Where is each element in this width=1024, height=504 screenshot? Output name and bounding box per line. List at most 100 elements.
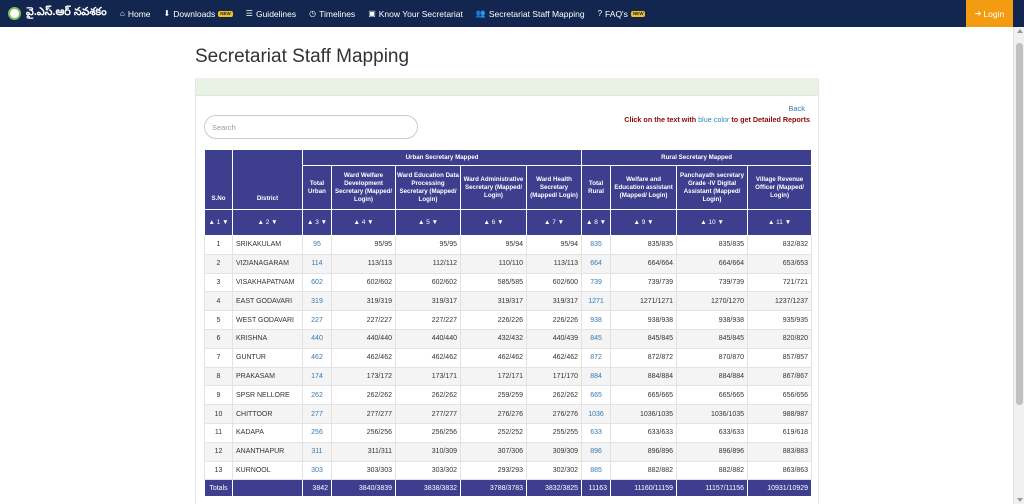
scroll-up-icon[interactable]	[1017, 29, 1023, 33]
nav-know-secretariat[interactable]: ▣ Know Your Secretariat	[368, 9, 463, 19]
totals-label: Totals	[204, 479, 233, 498]
totals-district	[232, 479, 303, 498]
search-input[interactable]	[204, 115, 418, 139]
cell-value: 462/462	[331, 347, 396, 368]
cell-value: 226/226	[460, 310, 527, 330]
totals-row: Totals 3842 3840/3839 3838/3832 3788/3783 383…	[204, 479, 813, 498]
cell-total-urban-link[interactable]: 303	[302, 460, 332, 481]
cell-value: 262/262	[395, 385, 461, 406]
sort-col-2[interactable]: ▲ 2 ▼	[232, 209, 303, 236]
totals-value: 11163	[581, 479, 612, 498]
list-icon: ☰	[245, 9, 253, 18]
nav-downloads[interactable]: ⬇ Downloads NEW	[164, 9, 233, 19]
cell-value: 95/94	[525, 235, 583, 255]
vertical-scrollbar[interactable]	[1013, 27, 1024, 504]
cell-total-urban-link[interactable]: 440	[302, 328, 332, 349]
cell-value: 112/112	[395, 253, 461, 274]
cell-sno: 2	[204, 253, 233, 274]
cell-value: 585/585	[460, 272, 527, 293]
table-row: 4 EAST GODAVARI 319 319/319 319/317 319/317 31…	[204, 291, 813, 312]
totals-value: 3840/3839	[331, 479, 396, 498]
cell-total-urban-link[interactable]: 227	[302, 310, 332, 330]
cell-total-rural-link[interactable]: 665	[581, 385, 612, 406]
cell-total-urban-link[interactable]: 114	[302, 253, 332, 274]
cell-total-rural-link[interactable]: 896	[581, 441, 612, 462]
cell-total-rural-link[interactable]: 938	[581, 310, 612, 330]
sort-col-9[interactable]: ▲ 9 ▼	[610, 209, 678, 236]
cell-total-urban-link[interactable]: 277	[302, 404, 332, 424]
col-district: District	[232, 149, 303, 210]
table-row: 8 PRAKASAM 174 173/172 173/171 172/171 171/170…	[204, 366, 813, 387]
cell-total-rural-link[interactable]: 1271	[581, 291, 612, 312]
cell-total-rural-link[interactable]: 845	[581, 328, 612, 349]
info-blue-text: blue color	[698, 115, 730, 124]
cell-sno: 10	[204, 404, 233, 424]
back-link[interactable]: Back	[788, 104, 805, 113]
cell-total-rural-link[interactable]: 884	[581, 366, 612, 387]
info-note: Click on the text with blue color to get…	[624, 115, 810, 124]
scroll-down-icon[interactable]	[1017, 498, 1023, 502]
cell-total-rural-link[interactable]: 835	[581, 235, 612, 255]
nav-guidelines[interactable]: ☰ Guidelines	[246, 9, 296, 19]
sort-col-11[interactable]: ▲ 11 ▼	[747, 209, 813, 236]
cell-total-urban-link[interactable]: 602	[302, 272, 332, 293]
scrollbar-thumb[interactable]	[1016, 43, 1023, 405]
cell-total-rural-link[interactable]: 885	[581, 460, 612, 481]
cell-value: 95/95	[331, 235, 396, 255]
table-row: 7 GUNTUR 462 462/462 462/462 462/462 462/462 87…	[204, 347, 813, 368]
table-row: 2 VIZIANAGARAM 114 113/113 112/112 110/110 113…	[204, 253, 813, 274]
cell-value: 832/832	[747, 235, 813, 255]
sort-col-3[interactable]: ▲ 3 ▼	[302, 209, 332, 236]
sort-col-5[interactable]: ▲ 5 ▼	[395, 209, 461, 236]
cell-value: 256/256	[395, 422, 461, 443]
nav-faqs[interactable]: ? FAQ's NEW	[598, 9, 646, 19]
cell-value: 319/317	[525, 291, 583, 312]
cell-sno: 1	[204, 235, 233, 255]
cell-total-rural-link[interactable]: 739	[581, 272, 612, 293]
cell-total-urban-link[interactable]: 256	[302, 422, 332, 443]
nav-staff-mapping[interactable]: 👥 Secretariat Staff Mapping	[476, 9, 585, 19]
totals-value: 10931/10929	[747, 479, 813, 498]
nav-timelines[interactable]: ◷ Timelines	[309, 9, 355, 19]
cell-value: 656/656	[747, 385, 813, 406]
nav-home[interactable]: ⌂ Home	[120, 9, 151, 19]
cell-total-urban-link[interactable]: 95	[302, 235, 332, 255]
cell-value: 262/262	[525, 385, 583, 406]
cell-total-urban-link[interactable]: 311	[302, 441, 332, 462]
cell-value: 721/721	[747, 272, 813, 293]
cell-value: 845/845	[610, 328, 678, 349]
col-panchayath: Panchayath secretary Grade -IV Digital A…	[676, 165, 749, 210]
sort-col-6[interactable]: ▲ 6 ▼	[460, 209, 527, 236]
download-icon: ⬇	[163, 9, 171, 18]
cell-total-rural-link[interactable]: 1036	[581, 404, 612, 424]
sort-col-7[interactable]: ▲ 7 ▼	[525, 209, 583, 236]
cell-total-urban-link[interactable]: 319	[302, 291, 332, 312]
cell-value: 173/171	[395, 366, 461, 387]
cell-total-rural-link[interactable]: 872	[581, 347, 612, 368]
cell-total-urban-link[interactable]: 462	[302, 347, 332, 368]
sort-col-4[interactable]: ▲ 4 ▼	[331, 209, 396, 236]
cell-value: 462/462	[460, 347, 527, 368]
cell-value: 1270/1270	[676, 291, 749, 312]
cell-total-urban-link[interactable]: 174	[302, 366, 332, 387]
cell-value: 319/317	[395, 291, 461, 312]
cell-total-urban-link[interactable]: 262	[302, 385, 332, 406]
cell-value: 863/863	[747, 460, 813, 481]
brand-logo-icon	[8, 7, 21, 20]
cell-total-rural-link[interactable]: 633	[581, 422, 612, 443]
cell-value: 113/113	[331, 253, 396, 274]
sort-col-10[interactable]: ▲ 10 ▼	[676, 209, 749, 236]
cell-value: 173/172	[331, 366, 396, 387]
cell-sno: 6	[204, 328, 233, 349]
login-button[interactable]: ➜ Login	[966, 0, 1013, 27]
table-row: 6 KRISHNA 440 440/440 440/440 432/432 440/439 8…	[204, 328, 813, 349]
brand[interactable]: వై.ఎస్.ఆర్ నవశకం	[8, 6, 120, 21]
sort-col-8[interactable]: ▲ 8 ▼	[581, 209, 612, 236]
cell-value: 256/256	[331, 422, 396, 443]
sign-in-icon: ➜	[974, 9, 982, 18]
sort-col-1[interactable]: ▲ 1 ▼	[204, 209, 233, 236]
group-rural: Rural Secretary Mapped	[581, 149, 813, 166]
cell-total-rural-link[interactable]: 664	[581, 253, 612, 274]
cell-value: 884/884	[610, 366, 678, 387]
cell-value: 262/262	[331, 385, 396, 406]
